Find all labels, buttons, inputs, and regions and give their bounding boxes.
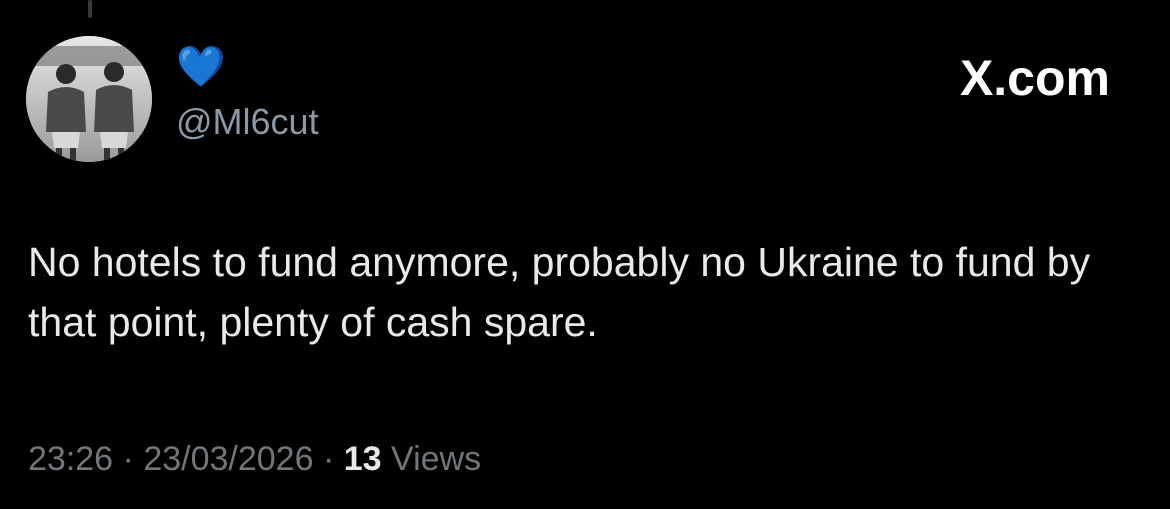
- thread-connector-line: [88, 0, 92, 18]
- tweet-metadata: 23:26 · 23/03/2026 · 13 Views: [28, 436, 481, 482]
- x-com-logo: X.com: [959, 50, 1110, 106]
- tweet-text: No hotels to fund anymore, probably no U…: [28, 239, 1091, 345]
- views-count: 13: [343, 440, 382, 478]
- blue-heart-icon: 💙: [176, 45, 226, 89]
- meta-separator-2: ·: [322, 440, 335, 478]
- avatar[interactable]: [26, 36, 152, 162]
- tweet-date[interactable]: 23/03/2026: [143, 440, 313, 478]
- author-display-name[interactable]: 💙: [176, 44, 226, 90]
- tweet-time[interactable]: 23:26: [28, 440, 113, 478]
- author-handle[interactable]: @Ml6cut: [176, 100, 319, 144]
- avatar-photo-icon: [26, 36, 152, 162]
- views-label: Views: [391, 440, 482, 478]
- meta-separator: ·: [122, 440, 134, 478]
